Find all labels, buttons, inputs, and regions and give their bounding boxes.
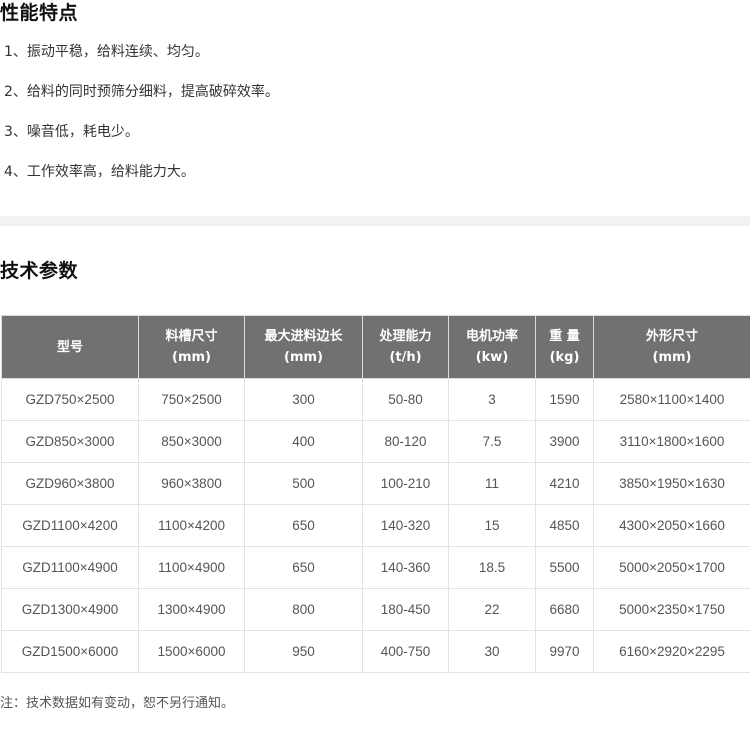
- cell-dimensions: 3850×1950×1630: [593, 462, 750, 505]
- feature-list: 1、振动平稳，给料连续、均匀。 2、给料的同时预筛分细料，提高破碎效率。 3、噪…: [4, 42, 279, 202]
- header-line: 型号: [56, 339, 83, 355]
- header-line: 料槽尺寸: [165, 329, 218, 344]
- header-unit: (mm): [284, 350, 323, 365]
- cell-trough-size: 1500×6000: [138, 630, 245, 673]
- cell-dimensions: 6160×2920×2295: [593, 630, 750, 673]
- feature-item: 3、噪音低，耗电少。: [4, 124, 139, 140]
- cell-capacity: 140-320: [362, 504, 449, 547]
- header-unit: (mm): [172, 350, 211, 365]
- cell-capacity: 50-80: [362, 378, 449, 421]
- header-unit: (kw): [475, 350, 509, 365]
- cell-max-feed: 950: [244, 630, 363, 673]
- header-cell-max-feed: 最大进料边长 (mm): [244, 315, 363, 379]
- cell-dimensions: 2580×1100×1400: [593, 378, 750, 421]
- table-row: GZD1100×4200 1100×4200 650 140-320 15 4850 430…: [1, 504, 750, 547]
- header-cell-trough-size: 料槽尺寸 (mm): [138, 315, 245, 379]
- cell-trough-size: 850×3000: [138, 420, 245, 463]
- cell-trough-size: 1100×4200: [138, 504, 245, 547]
- cell-max-feed: 300: [244, 378, 363, 421]
- header-line: 处理能力: [379, 329, 432, 344]
- cell-weight: 6680: [535, 588, 594, 631]
- cell-dimensions: 4300×2050×1660: [593, 504, 750, 547]
- cell-motor-power: 3: [448, 378, 536, 421]
- header-cell-weight: 重 量 (kg): [535, 315, 594, 379]
- cell-trough-size: 960×3800: [138, 462, 245, 505]
- header-line: 电机功率: [465, 329, 518, 344]
- cell-model: GZD1100×4200: [1, 504, 139, 547]
- feature-item: 1、振动平稳，给料连续、均匀。: [4, 44, 209, 60]
- cell-model: GZD850×3000: [1, 420, 139, 463]
- cell-weight: 9970: [535, 630, 594, 673]
- cell-dimensions: 3110×1800×1600: [593, 420, 750, 463]
- cell-dimensions: 5000×2350×1750: [593, 588, 750, 631]
- table-row: GZD960×3800 960×3800 500 100-210 11 4210 3850×…: [1, 462, 750, 505]
- cell-motor-power: 7.5: [448, 420, 536, 463]
- cell-dimensions: 5000×2050×1700: [593, 546, 750, 589]
- table-row: GZD1100×4900 1100×4900 650 140-360 18.5 5500 5…: [1, 546, 750, 589]
- cell-capacity: 180-450: [362, 588, 449, 631]
- header-cell-model: 型号: [1, 315, 139, 379]
- specs-title: 技术参数: [0, 260, 79, 282]
- cell-motor-power: 22: [448, 588, 536, 631]
- footnote: 注：技术数据如有变动，恕不另行通知。: [0, 696, 235, 711]
- feature-item: 2、给料的同时预筛分细料，提高破碎效率。: [4, 84, 279, 100]
- cell-model: GZD1100×4900: [1, 546, 139, 589]
- table-row: GZD1500×6000 1500×6000 950 400-750 30 9970 616…: [1, 630, 750, 673]
- cell-model: GZD1300×4900: [1, 588, 139, 631]
- section-divider: [0, 216, 750, 226]
- cell-weight: 4210: [535, 462, 594, 505]
- cell-weight: 5500: [535, 546, 594, 589]
- cell-motor-power: 15: [448, 504, 536, 547]
- spec-table: 型号 料槽尺寸 (mm) 最大进料边长 (mm) 处理能力 (t/h) 电机功率…: [1, 315, 750, 673]
- cell-weight: 4850: [535, 504, 594, 547]
- cell-trough-size: 750×2500: [138, 378, 245, 421]
- table-header-row: 型号 料槽尺寸 (mm) 最大进料边长 (mm) 处理能力 (t/h) 电机功率…: [1, 315, 750, 379]
- header-unit: (mm): [652, 350, 692, 365]
- cell-weight: 1590: [535, 378, 594, 421]
- cell-max-feed: 800: [244, 588, 363, 631]
- cell-model: GZD750×2500: [1, 378, 139, 421]
- cell-max-feed: 650: [244, 504, 363, 547]
- cell-weight: 3900: [535, 420, 594, 463]
- cell-capacity: 140-360: [362, 546, 449, 589]
- cell-max-feed: 400: [244, 420, 363, 463]
- cell-trough-size: 1300×4900: [138, 588, 245, 631]
- cell-capacity: 400-750: [362, 630, 449, 673]
- header-unit: (t/h): [389, 350, 422, 365]
- header-line: 重 量: [549, 329, 580, 344]
- cell-motor-power: 11: [448, 462, 536, 505]
- cell-motor-power: 30: [448, 630, 536, 673]
- cell-capacity: 80-120: [362, 420, 449, 463]
- header-cell-capacity: 处理能力 (t/h): [362, 315, 449, 379]
- cell-trough-size: 1100×4900: [138, 546, 245, 589]
- features-title: 性能特点: [0, 2, 79, 24]
- cell-capacity: 100-210: [362, 462, 449, 505]
- cell-model: GZD960×3800: [1, 462, 139, 505]
- spec-table-body: GZD750×2500 750×2500 300 50-80 3 1590 2580×110…: [1, 378, 750, 673]
- table-row: GZD750×2500 750×2500 300 50-80 3 1590 2580×110…: [1, 378, 750, 421]
- header-cell-motor-power: 电机功率 (kw): [448, 315, 536, 379]
- header-line: 外形尺寸: [645, 329, 698, 344]
- header-unit: (kg): [549, 350, 580, 365]
- table-row: GZD1300×4900 1300×4900 800 180-450 22 6680 500…: [1, 588, 750, 631]
- cell-max-feed: 650: [244, 546, 363, 589]
- cell-max-feed: 500: [244, 462, 363, 505]
- header-cell-dimensions: 外形尺寸 (mm): [593, 315, 750, 379]
- cell-model: GZD1500×6000: [1, 630, 139, 673]
- feature-item: 4、工作效率高，给料能力大。: [4, 164, 195, 180]
- table-row: GZD850×3000 850×3000 400 80-120 7.5 3900 3110×…: [1, 420, 750, 463]
- header-line: 最大进料边长: [264, 329, 343, 344]
- cell-motor-power: 18.5: [448, 546, 536, 589]
